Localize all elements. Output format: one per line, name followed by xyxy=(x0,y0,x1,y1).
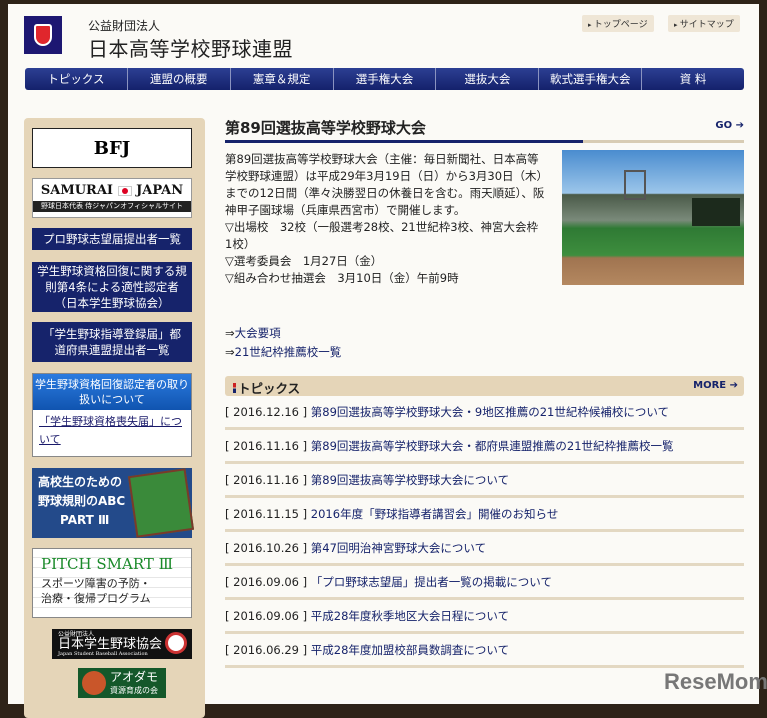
topic-row: [ 2016.12.16 ] 第89回選抜高等学校野球大会・9地区推薦の21世紀… xyxy=(225,396,744,430)
main-nav: トピックス 連盟の概要 憲章＆規定 選手権大会 選抜大会 軟式選手権大会 資 料 xyxy=(25,68,744,90)
topics-header: トピックス MORE ➔ xyxy=(225,376,744,396)
topic-link[interactable]: 第89回選抜高等学校野球大会・都府県連盟推薦の21世紀枠推薦校一覧 xyxy=(311,439,674,453)
guidelines-link-row: ⇒大会要項 xyxy=(225,325,281,341)
go-button[interactable]: GO ➔ xyxy=(715,120,744,131)
samurai-japan-banner[interactable]: SAMURAI JAPAN 野球日本代表 侍ジャパンオフィシャルサイト xyxy=(32,178,192,218)
feature-paragraph: ▽出場校 32校（一般選考28校、21世紀枠3校、神宮大会枠1校） xyxy=(225,220,539,251)
resemom-watermark: ReseMom. xyxy=(664,669,767,694)
nav-about[interactable]: 連盟の概要 xyxy=(128,68,231,90)
bfj-banner[interactable]: BFJ xyxy=(32,128,192,168)
flag-icon xyxy=(117,185,132,196)
feature-paragraph: ▽選考委員会 1月27日（金） xyxy=(225,254,383,268)
topic-date: [ 2016.09.06 ] xyxy=(225,609,308,623)
scoreboard xyxy=(692,198,740,226)
light-tower xyxy=(624,170,646,200)
rule4-banner[interactable]: 学生野球資格回復に関する規則第4条による適性認定者（日本学生野球協会） xyxy=(32,262,192,312)
feature-body: 第89回選抜高等学校野球大会（主催：毎日新聞社、日本高等学校野球連盟）は平成29… xyxy=(225,151,545,287)
title-rule xyxy=(225,140,744,143)
tree-icon xyxy=(82,671,106,695)
c21-link-row: ⇒21世紀枠推薦校一覧 xyxy=(225,344,341,360)
federation-logo[interactable] xyxy=(24,16,62,54)
topic-row: [ 2016.11.15 ] 2016年度「野球指導者講習会」開催のお知らせ xyxy=(225,498,744,532)
nav-softball[interactable]: 軟式選手権大会 xyxy=(539,68,643,90)
nav-documents[interactable]: 資 料 xyxy=(642,68,744,90)
guidelines-link[interactable]: 大会要項 xyxy=(235,326,281,340)
jsba-en: Japan Student Baseball Association xyxy=(58,651,148,657)
topic-date: [ 2016.11.16 ] xyxy=(225,473,308,487)
c21-list-link[interactable]: 21世紀枠推薦校一覧 xyxy=(235,345,342,359)
shield-icon xyxy=(34,24,52,46)
pro-list-banner[interactable]: プロ野球志望届提出者一覧 xyxy=(32,228,192,250)
topic-row: [ 2016.11.16 ] 第89回選抜高等学校野球大会・都府県連盟推薦の21… xyxy=(225,430,744,464)
aodamo-sub: 資源育成の会 xyxy=(110,686,158,695)
org-name[interactable]: 日本高等学校野球連盟 xyxy=(88,33,293,62)
topic-date: [ 2016.10.26 ] xyxy=(225,541,308,555)
sidebar: BFJ SAMURAI JAPAN 野球日本代表 侍ジャパンオフィシャルサイト … xyxy=(24,118,205,718)
recovery-box: 学生野球資格回復認定者の取り扱いについて 「学生野球資格喪失届」について xyxy=(32,373,192,457)
topic-date: [ 2016.06.29 ] xyxy=(225,643,308,657)
sitemap-link[interactable]: サイトマップ xyxy=(668,15,740,32)
aodamo-name: アオダモ xyxy=(110,670,159,684)
topic-date: [ 2016.11.15 ] xyxy=(225,507,308,521)
nav-invitational[interactable]: 選抜大会 xyxy=(436,68,540,90)
org-subtitle: 公益財団法人 xyxy=(88,19,161,33)
feature-paragraph: ▽組み合わせ抽選会 3月10日（金）午前9時 xyxy=(225,271,459,285)
arrow: ⇒ xyxy=(225,326,235,340)
nav-topics[interactable]: トピックス xyxy=(25,68,128,90)
topic-link[interactable]: 2016年度「野球指導者講習会」開催のお知らせ xyxy=(311,507,559,521)
topic-link[interactable]: 第89回選抜高等学校野球大会について xyxy=(311,473,509,487)
nav-championship[interactable]: 選手権大会 xyxy=(334,68,437,90)
jsba-name: 日本学生野球協会 xyxy=(58,637,163,652)
jsba-emblem-icon xyxy=(165,632,187,654)
pitch-title: PITCH SMART Ⅲ xyxy=(41,555,174,573)
topic-row: [ 2016.09.06 ] 平成28年度秋季地区大会日程について xyxy=(225,600,744,634)
topics-list: [ 2016.12.16 ] 第89回選抜高等学校野球大会・9地区推薦の21世紀… xyxy=(225,396,744,668)
topic-date: [ 2016.11.16 ] xyxy=(225,439,308,453)
more-button[interactable]: MORE ➔ xyxy=(693,380,738,391)
samurai-text: SAMURAI xyxy=(40,183,114,198)
field-diagram-icon xyxy=(127,468,195,538)
topic-date: [ 2016.09.06 ] xyxy=(225,575,308,589)
pitch-line: スポーツ障害の予防・ xyxy=(41,577,151,590)
jsba-banner[interactable]: 公益財団法人 日本学生野球協会 Japan Student Baseball A… xyxy=(52,629,192,659)
topic-link[interactable]: 第47回明治神宮野球大会について xyxy=(311,541,486,555)
topic-link[interactable]: 平成28年度秋季地区大会日程について xyxy=(311,609,509,623)
topic-row: [ 2016.09.06 ] 「プロ野球志望届」提出者一覧の掲載について xyxy=(225,566,744,600)
pitch-smart-banner[interactable]: PITCH SMART Ⅲ スポーツ障害の予防・ 治療・復帰プログラム xyxy=(32,548,192,618)
top-page-link[interactable]: トップページ xyxy=(582,15,654,32)
feature-paragraph: 第89回選抜高等学校野球大会（主催：毎日新聞社、日本高等学校野球連盟）は平成29… xyxy=(225,152,545,217)
topic-row: [ 2016.06.29 ] 平成28年度加盟校部員数調査について xyxy=(225,634,744,668)
coach-registration-banner[interactable]: 「学生野球指導登録届」都道府県連盟提出者一覧 xyxy=(32,322,192,362)
topic-link[interactable]: 「プロ野球志望届」提出者一覧の掲載について xyxy=(311,575,552,589)
topic-link[interactable]: 平成28年度加盟校部員数調査について xyxy=(311,643,509,657)
feature-title: 第89回選抜高等学校野球大会 xyxy=(225,119,426,137)
nav-charter[interactable]: 憲章＆規定 xyxy=(231,68,334,90)
page: 公益財団法人 日本高等学校野球連盟 トップページ サイトマップ トピックス 連盟… xyxy=(8,4,767,718)
loss-notice-link[interactable]: 「学生野球資格喪失届」について xyxy=(33,410,191,452)
recovery-heading[interactable]: 学生野球資格回復認定者の取り扱いについて xyxy=(33,374,191,410)
rules-abc-banner[interactable]: 高校生のための 野球規則のABC PART Ⅲ xyxy=(32,468,195,538)
arrow: ⇒ xyxy=(225,345,235,359)
topics-heading: トピックス xyxy=(233,378,300,397)
stadium-photo xyxy=(562,150,744,285)
topic-row: [ 2016.11.16 ] 第89回選抜高等学校野球大会について xyxy=(225,464,744,498)
samurai-subtitle: 野球日本代表 侍ジャパンオフィシャルサイト xyxy=(33,201,191,212)
topic-date: [ 2016.12.16 ] xyxy=(225,405,308,419)
topic-row: [ 2016.10.26 ] 第47回明治神宮野球大会について xyxy=(225,532,744,566)
japan-text: JAPAN xyxy=(136,183,184,198)
pitch-line: 治療・復帰プログラム xyxy=(41,592,151,605)
aodamo-banner[interactable]: アオダモ 資源育成の会 xyxy=(78,668,166,698)
topic-link[interactable]: 第89回選抜高等学校野球大会・9地区推薦の21世紀枠候補校について xyxy=(311,405,669,419)
